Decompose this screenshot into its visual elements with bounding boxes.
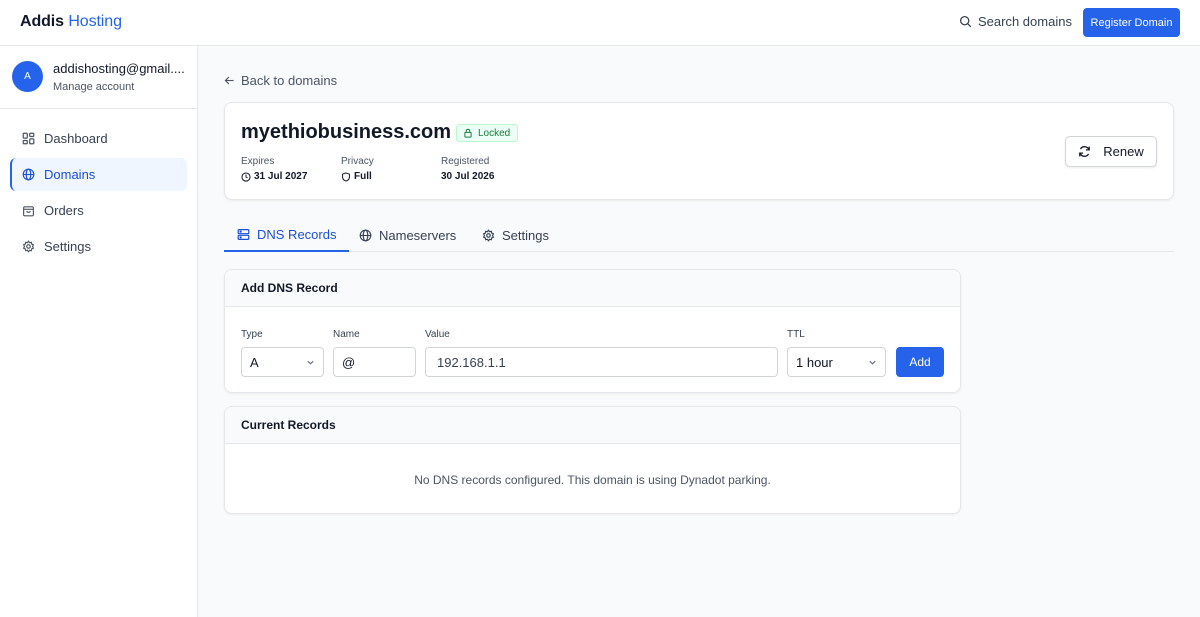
status-badge: Locked [456,124,519,142]
current-records-card: Current Records No DNS records configure… [224,406,961,514]
registered-meta: Registered 30 Jul 2026 [441,156,494,182]
card-title: Add DNS Record [241,281,338,295]
sidebar-item-settings[interactable]: Settings [10,230,187,263]
gear-icon [22,240,35,253]
search-label: Search domains [978,14,1072,29]
expires-meta: Expires 31 Jul 2027 [241,156,307,182]
name-input-value: @ [342,354,356,370]
type-select-value: A [250,354,259,370]
add-dns-record-card: Add DNS Record Type A Name @ Value 192.1… [224,269,961,393]
bag-icon [23,206,34,217]
brand-main: Addis [20,13,64,30]
sidebar-item-domains[interactable]: Domains [10,158,187,191]
back-to-domains-link[interactable]: Back to domains [224,73,337,88]
chevron-down-icon [869,360,876,365]
tab-label: DNS Records [257,226,337,242]
arrow-left-icon [224,76,234,85]
renew-button[interactable]: Renew [1065,136,1157,167]
registered-value-row: 30 Jul 2026 [441,171,494,182]
privacy-value-row: Full [341,171,374,182]
privacy-label: Privacy [341,156,374,167]
expires-value: 31 Jul 2027 [254,171,308,182]
back-label: Back to domains [241,73,338,88]
name-label: Name [333,329,360,340]
grid-icon [22,132,35,145]
register-domain-button[interactable]: Register Domain [1083,8,1180,37]
sidebar-item-dashboard[interactable]: Dashboard [10,122,187,155]
manage-account-link[interactable]: Manage account [53,81,134,93]
refresh-icon [1079,146,1091,157]
expires-value-row: 31 Jul 2027 [241,171,307,182]
sidebar: A addishosting@gmail.... Manage account … [0,46,198,617]
brand-accent: Hosting [68,13,122,30]
gear-icon [482,228,495,242]
sidebar-item-label: Settings [44,239,91,254]
globe-icon [22,168,35,181]
status-badge-label: Locked [478,127,511,139]
card-title: Current Records [241,418,336,432]
type-select[interactable]: A [241,347,324,377]
card-header: Current Records [225,407,960,444]
chevron-down-icon [307,360,314,365]
avatar: A [12,61,43,92]
tab-label: Settings [502,227,549,243]
sidebar-item-label: Dashboard [44,131,108,146]
value-input[interactable]: 192.168.1.1 [425,347,778,377]
brand-logo[interactable]: Addis Hosting [20,13,122,31]
sidebar-item-label: Domains [44,167,96,182]
add-record-button[interactable]: Add [896,347,944,377]
top-bar: Addis Hosting Search domains Register Do… [0,0,1200,46]
empty-state-message: No DNS records configured. This domain i… [414,473,771,487]
registered-value: 30 Jul 2026 [441,171,495,182]
account-switcher[interactable]: A addishosting@gmail.... Manage account [0,46,197,109]
globe-icon [359,229,372,241]
domain-name: myethiobusiness.com [241,121,452,143]
type-label: Type [241,329,263,340]
server-icon [237,228,250,240]
registered-label: Registered [441,156,490,167]
search-domains-link[interactable]: Search domains [959,14,1072,29]
card-header: Add DNS Record [225,270,960,307]
ttl-select[interactable]: 1 hour [787,347,886,377]
domain-tabs: DNS Records Nameservers Settings [224,218,1174,252]
tab-label: Nameservers [379,227,457,243]
privacy-value: Full [354,171,372,182]
value-label: Value [425,329,450,340]
ttl-label: TTL [787,329,805,340]
lock-icon [464,128,472,138]
name-input[interactable]: @ [333,347,416,377]
value-input-value: 192.168.1.1 [437,354,506,370]
clock-icon [241,171,251,182]
account-email: addishosting@gmail.... [53,61,185,76]
tab-settings[interactable]: Settings [482,218,549,252]
renew-label: Renew [1103,144,1144,159]
domain-summary-card: myethiobusiness.com Locked Expires 31 Ju… [224,102,1174,200]
privacy-meta: Privacy Full [341,156,374,182]
ttl-select-value: 1 hour [796,354,833,370]
sidebar-item-orders[interactable]: Orders [10,194,187,227]
search-icon [959,15,972,28]
tab-nameservers[interactable]: Nameservers [359,218,456,252]
shield-icon [342,171,350,182]
sidebar-item-label: Orders [44,203,84,218]
tab-dns-records[interactable]: DNS Records [224,218,350,252]
expires-label: Expires [241,156,275,167]
